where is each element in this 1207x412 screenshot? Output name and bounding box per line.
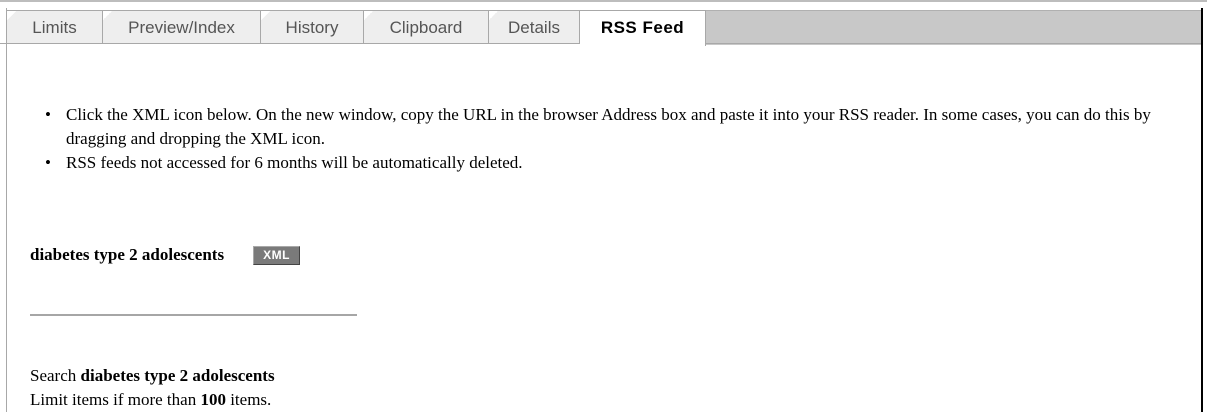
section-divider (30, 314, 357, 316)
tab-corner-decoration (261, 11, 270, 20)
tab-corner-decoration (103, 11, 112, 20)
limit-suffix: items. (230, 390, 272, 409)
tab-preview-index[interactable]: Preview/Index (103, 10, 261, 44)
tab-label: RSS Feed (600, 18, 685, 37)
tab-rss-feed[interactable]: RSS Feed (580, 10, 706, 46)
tab-corner-decoration (489, 11, 498, 20)
instruction-list: Click the XML icon below. On the new win… (30, 103, 1195, 175)
tab-label: History (285, 18, 339, 37)
panel-right-border (1201, 8, 1203, 412)
tab-history[interactable]: History (261, 10, 364, 44)
tab-corner-decoration (364, 11, 373, 20)
tab-clipboard[interactable]: Clipboard (364, 10, 489, 44)
tab-baseline (0, 43, 580, 44)
tab-label: Preview/Index (128, 18, 235, 37)
tab-bar: Limits Preview/Index History Clipboard D… (0, 0, 1207, 46)
panel-left-border (6, 8, 7, 412)
instruction-item: Click the XML icon below. On the new win… (45, 103, 1195, 151)
tab-baseline (706, 43, 1201, 44)
search-info: Search diabetes type 2 adolescents Limit… (30, 364, 275, 412)
search-term: diabetes type 2 adolescents (80, 366, 275, 385)
search-prefix: Search (30, 366, 77, 385)
limit-line: Limit items if more than 100 items. (30, 388, 275, 412)
xml-feed-button[interactable]: XML (253, 245, 301, 265)
tab-corner-decoration (7, 11, 16, 20)
tab-label: Details (508, 18, 560, 37)
limit-count: 100 (200, 390, 226, 409)
tab-corner-decoration (580, 11, 589, 20)
limit-prefix: Limit items if more than (30, 390, 197, 409)
tabstrip-background (706, 10, 1201, 45)
feed-name: diabetes type 2 adolescents (30, 245, 225, 264)
tab-label: Limits (32, 18, 77, 37)
instruction-item: RSS feeds not accessed for 6 months will… (45, 151, 1195, 175)
tab-label: Clipboard (389, 18, 463, 37)
rss-instructions: Click the XML icon below. On the new win… (30, 103, 1195, 175)
feed-row: diabetes type 2 adolescents XML (30, 245, 301, 265)
search-line: Search diabetes type 2 adolescents (30, 364, 275, 388)
tab-limits[interactable]: Limits (7, 10, 103, 44)
tab-details[interactable]: Details (489, 10, 580, 44)
